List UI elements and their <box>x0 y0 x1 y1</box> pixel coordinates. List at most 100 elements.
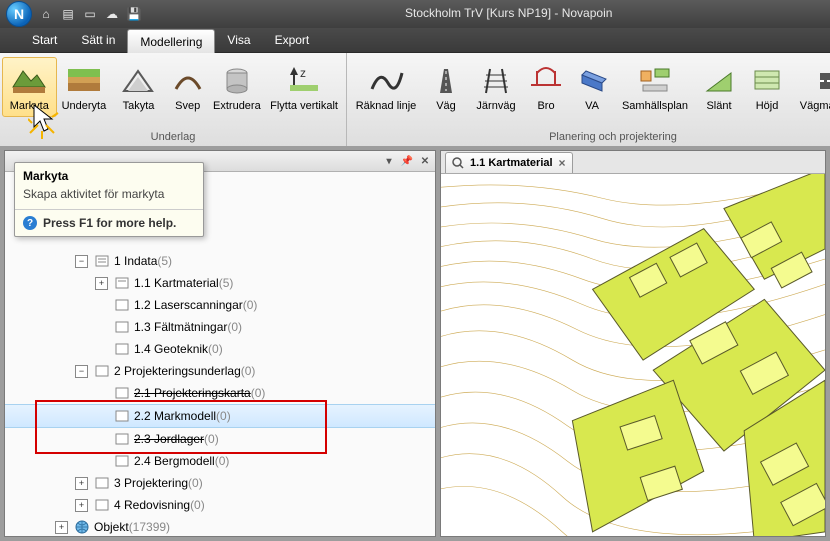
tool-svep[interactable]: Svep <box>166 57 210 117</box>
tree-node-faltmat[interactable]: 1.3 Fältmätningar (0) <box>5 316 435 338</box>
document-icon[interactable]: ▤ <box>60 6 76 22</box>
menu-visa[interactable]: Visa <box>215 28 262 52</box>
extrude-icon <box>219 62 255 98</box>
tool-extrudera[interactable]: Extrudera <box>210 57 265 117</box>
pin-icon[interactable]: 📌 <box>401 155 413 167</box>
cloud-icon[interactable]: ☁ <box>104 6 120 22</box>
app-letter: N <box>14 6 24 22</box>
svg-text:z: z <box>300 66 306 80</box>
app-button[interactable]: N <box>6 1 32 27</box>
folder-node-icon <box>114 453 130 469</box>
tooltip-help: ? Press F1 for more help. <box>15 210 203 236</box>
ribbon: Markyta Underyta Takyta Svep Extrudera <box>0 53 830 148</box>
tooltip: Markyta Skapa aktivitet för markyta ? Pr… <box>14 162 204 237</box>
folder-node-icon <box>94 363 110 379</box>
tool-hojd-label: Höjd <box>756 100 779 112</box>
folder-node-icon <box>114 385 130 401</box>
tool-jarnvag[interactable]: Järnväg <box>469 57 523 117</box>
folder-node-icon <box>114 431 130 447</box>
collapse-icon[interactable]: − <box>75 365 88 378</box>
tool-raknad-linje[interactable]: Räknad linje <box>349 57 423 117</box>
collapse-icon[interactable]: − <box>75 255 88 268</box>
title-bar: N ⌂ ▤ ▭ ☁ 💾 Stockholm TrV [Kurs NP19] - … <box>0 0 830 28</box>
plan-icon <box>637 62 673 98</box>
menu-modellering[interactable]: Modellering <box>127 29 215 53</box>
ribbon-group-planering-title: Planering och projektering <box>347 129 830 147</box>
underlayer-icon <box>66 62 102 98</box>
tree-node-markmodell[interactable]: 2.2 Markmodell (0) <box>5 404 435 428</box>
home-icon[interactable]: ⌂ <box>38 6 54 22</box>
map-viewport[interactable] <box>441 174 825 536</box>
road-icon <box>428 62 464 98</box>
expand-icon[interactable]: + <box>75 477 88 490</box>
roadmark-icon <box>816 62 830 98</box>
tool-flytta-vertikalt[interactable]: z Flytta vertikalt <box>264 57 344 117</box>
quick-access-toolbar: N ⌂ ▤ ▭ ☁ 💾 <box>0 1 148 27</box>
tool-bro[interactable]: Bro <box>523 57 569 117</box>
tree-node-projkarta[interactable]: 2.1 Projekteringskarta (0) <box>5 382 435 404</box>
folder-node-icon <box>94 497 110 513</box>
menu-export[interactable]: Export <box>263 28 322 52</box>
tree-node-laserscan[interactable]: 1.2 Laserscanningar (0) <box>5 294 435 316</box>
tool-takyta[interactable]: Takyta <box>111 57 166 117</box>
close-icon[interactable]: ✕ <box>419 155 431 167</box>
tool-flytta-label: Flytta vertikalt <box>270 100 338 112</box>
tool-vagmarkering[interactable]: Vägmarkering <box>791 57 830 117</box>
tree-node-bergmodell[interactable]: 2.4 Bergmodell (0) <box>5 450 435 472</box>
tool-svep-label: Svep <box>175 100 200 112</box>
height-icon <box>749 62 785 98</box>
tool-hojd[interactable]: Höjd <box>743 57 791 117</box>
tool-extrudera-label: Extrudera <box>213 100 261 112</box>
bridge-icon <box>528 62 564 98</box>
tool-va[interactable]: VA <box>569 57 615 117</box>
folder-node-icon <box>114 275 130 291</box>
folder-icon[interactable]: ▭ <box>82 6 98 22</box>
rail-icon <box>478 62 514 98</box>
folder-node-icon <box>114 297 130 313</box>
folder-node-icon <box>114 319 130 335</box>
tool-underyta[interactable]: Underyta <box>57 57 112 117</box>
save-icon[interactable]: 💾 <box>126 6 142 22</box>
window-title: Stockholm TrV [Kurs NP19] - Novapoin <box>405 6 612 20</box>
menu-bar: Start Sätt in Modellering Visa Export <box>0 28 830 53</box>
tree-node-objekt[interactable]: +Objekt (17399) <box>5 516 435 536</box>
tool-slant-label: Slänt <box>706 100 731 112</box>
tool-samhall-label: Samhällsplan <box>622 100 688 112</box>
folder-node-icon <box>94 475 110 491</box>
terrain-icon <box>11 62 47 98</box>
magnify-icon <box>452 157 464 169</box>
tool-slant[interactable]: Slänt <box>695 57 743 117</box>
folder-node-icon <box>114 408 130 424</box>
tree-node-redovisning[interactable]: +4 Redovisning (0) <box>5 494 435 516</box>
viewport-tab-kartmaterial[interactable]: 1.1 Kartmaterial × <box>445 152 573 173</box>
tool-va-label: VA <box>585 100 599 112</box>
expand-icon[interactable]: + <box>95 277 108 290</box>
tool-vag[interactable]: Väg <box>423 57 469 117</box>
tooltip-title: Markyta <box>15 163 203 185</box>
cursor-icon <box>28 103 62 143</box>
tree-node-indata[interactable]: −1 Indata (5) <box>5 250 435 272</box>
tree-node-projektering[interactable]: +3 Projektering (0) <box>5 472 435 494</box>
expand-icon[interactable]: + <box>75 499 88 512</box>
tree-node-geoteknik[interactable]: 1.4 Geoteknik (0) <box>5 338 435 360</box>
dropdown-icon[interactable]: ▾ <box>383 155 395 167</box>
tree-node-kartmaterial[interactable]: +1.1 Kartmaterial (5) <box>5 272 435 294</box>
sweep-icon <box>170 62 206 98</box>
expand-icon[interactable]: + <box>55 521 68 534</box>
tab-close-icon[interactable]: × <box>559 156 566 170</box>
folder-node-icon <box>94 253 110 269</box>
viewport-tab-label: 1.1 Kartmaterial <box>470 157 553 169</box>
viewport-tabstrip: 1.1 Kartmaterial × <box>441 151 825 174</box>
folder-node-icon <box>114 341 130 357</box>
menu-start[interactable]: Start <box>20 28 69 52</box>
move-vertical-icon: z <box>286 62 322 98</box>
line-calc-icon <box>368 62 404 98</box>
tool-samhallsplan[interactable]: Samhällsplan <box>615 57 695 117</box>
tree-node-projunderlag[interactable]: −2 Projekteringsunderlag (0) <box>5 360 435 382</box>
tree-node-jordlager[interactable]: 2.3 Jordlager (0) <box>5 428 435 450</box>
tool-vag-label: Väg <box>436 100 456 112</box>
tool-underyta-label: Underyta <box>62 100 107 112</box>
menu-satt-in[interactable]: Sätt in <box>69 28 127 52</box>
slope-icon <box>701 62 737 98</box>
tool-vagmark-label: Vägmarkering <box>800 100 830 112</box>
